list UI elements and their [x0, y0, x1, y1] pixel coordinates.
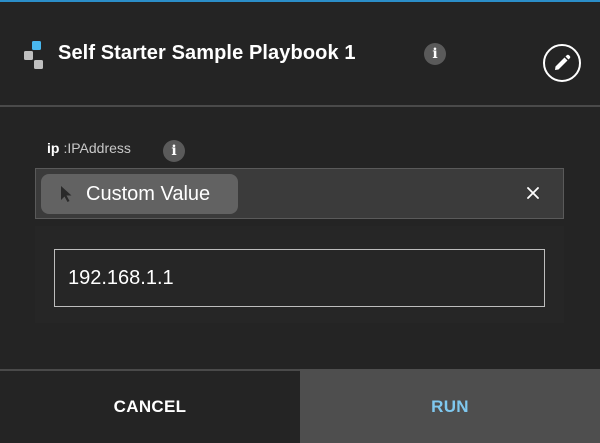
info-icon[interactable]: i — [424, 43, 446, 65]
close-x-icon — [527, 187, 539, 199]
ip-address-input[interactable] — [54, 249, 545, 307]
cancel-button[interactable]: CANCEL — [0, 369, 300, 443]
run-playbook-dialog: Self Starter Sample Playbook 1 i ip:IPAd… — [0, 2, 600, 443]
parameter-label: ip:IPAddress — [47, 140, 131, 156]
dialog-header: Self Starter Sample Playbook 1 i — [0, 2, 600, 105]
cursor-arrow-icon — [61, 186, 72, 202]
pencil-icon — [555, 54, 571, 70]
parameter-name: ip — [47, 140, 60, 156]
dialog-footer: CANCEL RUN — [0, 369, 600, 443]
parameter-info-icon[interactable]: i — [163, 140, 185, 162]
edit-button[interactable] — [543, 44, 581, 82]
selected-option-label: Custom Value — [86, 182, 211, 205]
clear-selection-button[interactable] — [522, 182, 544, 204]
value-source-select[interactable]: Custom Value — [35, 168, 564, 219]
header-divider — [0, 105, 600, 107]
custom-value-chip[interactable]: Custom Value — [41, 174, 238, 214]
dialog-title: Self Starter Sample Playbook 1 — [58, 42, 356, 64]
run-button[interactable]: RUN — [300, 369, 600, 443]
parameter-type: :IPAddress — [63, 140, 131, 156]
playbook-flow-icon — [24, 41, 43, 69]
